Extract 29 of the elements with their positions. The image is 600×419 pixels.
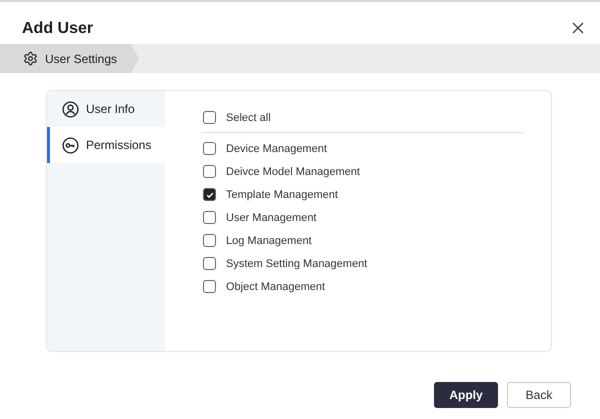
checkbox-label: Deivce Model Management (226, 166, 360, 178)
apply-button[interactable]: Apply (434, 382, 498, 408)
checkbox[interactable] (203, 280, 216, 293)
nav-tab[interactable]: Permissions (47, 127, 165, 163)
checkbox-label: Select all (226, 112, 271, 124)
checkbox-label: System Setting Management (226, 258, 368, 270)
checkbox[interactable] (203, 111, 216, 124)
close-icon[interactable] (572, 22, 586, 36)
breadcrumb-label: User Settings (45, 52, 118, 66)
checkbox[interactable] (203, 211, 216, 224)
key-icon (62, 136, 79, 154)
checkbox-label: Template Management (226, 188, 338, 200)
breadcrumb-item[interactable]: User Settings (0, 44, 140, 73)
checkbox[interactable] (203, 234, 216, 247)
checkbox[interactable] (203, 142, 216, 155)
window-title: Add User (22, 20, 94, 38)
nav-label: Permissions (86, 138, 152, 152)
checkbox-label: Device Management (226, 142, 327, 154)
settings-icon (23, 51, 38, 66)
nav-label: User Info (86, 102, 135, 116)
back-button[interactable]: Back (507, 382, 571, 408)
checkbox[interactable] (203, 165, 216, 178)
checkbox[interactable] (203, 257, 216, 270)
user-icon (62, 100, 79, 118)
checkbox-label: Log Management (226, 234, 312, 246)
checkbox[interactable] (203, 188, 216, 201)
checkbox-label: Object Management (226, 280, 326, 292)
check-icon (206, 190, 214, 198)
checkbox-label: User Management (226, 212, 316, 224)
